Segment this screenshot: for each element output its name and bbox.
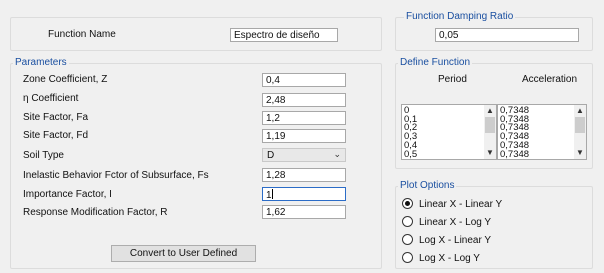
radio-button-icon[interactable] [402,198,413,209]
plot-option-label: Linear X - Log Y [419,217,492,228]
site-factor-fa-label: Site Factor, Fa [23,112,89,123]
acceleration-scrollbar[interactable]: ▲ ▼ [574,105,586,159]
define-function-title: Define Function [398,57,473,68]
fs-factor-label: Inelastic Behavior Fctor of Subsurface, … [23,170,209,181]
period-scrollbar[interactable]: ▲ ▼ [484,105,496,159]
plot-option-radio[interactable]: Linear X - Log Y [402,216,491,228]
plot-option-label: Log X - Linear Y [419,235,492,246]
parameters-title: Parameters [13,57,69,68]
scroll-down-icon[interactable]: ▼ [484,148,496,158]
importance-factor-input[interactable]: 1 [262,187,346,201]
radio-button-icon[interactable] [402,252,413,263]
period-list[interactable]: 0 0,1 0,2 0,3 0,4 0,5 ▲ ▼ [401,104,497,160]
response-modification-label: Response Modification Factor, R [23,207,168,218]
eta-coefficient-input[interactable]: 2,48 [262,93,346,107]
scroll-up-icon[interactable]: ▲ [574,106,586,116]
response-modification-input[interactable]: 1,62 [262,205,346,219]
site-factor-fa-input[interactable]: 1,2 [262,111,346,125]
scroll-down-icon[interactable]: ▼ [574,148,586,158]
site-factor-fd-input[interactable]: 1,19 [262,129,346,143]
acceleration-list[interactable]: 0,7348 0,7348 0,7348 0,7348 0,7348 0,7348 ▲ ▼ [497,104,587,160]
period-rows: 0 0,1 0,2 0,3 0,4 0,5 [404,106,417,159]
fs-factor-input[interactable]: 1,28 [262,168,346,182]
soil-type-value: D [267,150,275,161]
plot-options-group: Plot Options Linear X - Linear Y Linear X… [395,180,593,269]
importance-factor-label: Importance Factor, I [23,189,112,200]
soil-type-label: Soil Type [23,150,64,161]
plot-option-radio[interactable]: Linear X - Linear Y [402,198,502,210]
zone-coefficient-input[interactable]: 0,4 [262,73,346,87]
radio-button-icon[interactable] [402,216,413,227]
text-caret [271,189,273,199]
period-header: Period [438,74,467,85]
acceleration-header: Acceleration [522,74,578,85]
list-item[interactable]: 0,7348 [500,149,529,159]
soil-type-select[interactable]: D ⌄ [262,148,346,162]
function-name-group: Function Name Espectro de diseño [10,17,382,51]
scroll-up-icon[interactable]: ▲ [484,106,496,116]
plot-option-radio[interactable]: Log X - Log Y [402,252,480,264]
list-item[interactable]: 0,5 [404,149,417,159]
acceleration-rows: 0,7348 0,7348 0,7348 0,7348 0,7348 0,7348 [500,106,529,159]
chevron-down-icon: ⌄ [333,149,341,159]
damping-ratio-input[interactable]: 0,05 [435,28,579,42]
convert-to-user-defined-button[interactable]: Convert to User Defined [111,245,256,262]
zone-coefficient-label: Zone Coefficient, Z [23,74,108,85]
plot-option-radio[interactable]: Log X - Linear Y [402,234,491,246]
plot-options-title: Plot Options [398,180,457,191]
radio-button-icon[interactable] [402,234,413,245]
function-name-label: Function Name [48,29,116,40]
site-factor-fd-label: Site Factor, Fd [23,130,89,141]
define-function-group: Define Function Period Acceleration 0 0,1… [395,57,593,169]
plot-option-label: Linear X - Linear Y [419,199,503,210]
scroll-thumb[interactable] [485,117,495,133]
scroll-thumb[interactable] [575,117,585,133]
plot-option-label: Log X - Log Y [419,253,480,264]
damping-ratio-group: Function Damping Ratio 0,05 [395,11,593,51]
damping-ratio-title: Function Damping Ratio [404,11,516,22]
parameters-group: Parameters Zone Coefficient, Z 0,4 η Coe… [10,57,382,269]
function-name-input[interactable]: Espectro de diseño [230,28,338,42]
eta-coefficient-label: η Coefficient [23,93,79,104]
